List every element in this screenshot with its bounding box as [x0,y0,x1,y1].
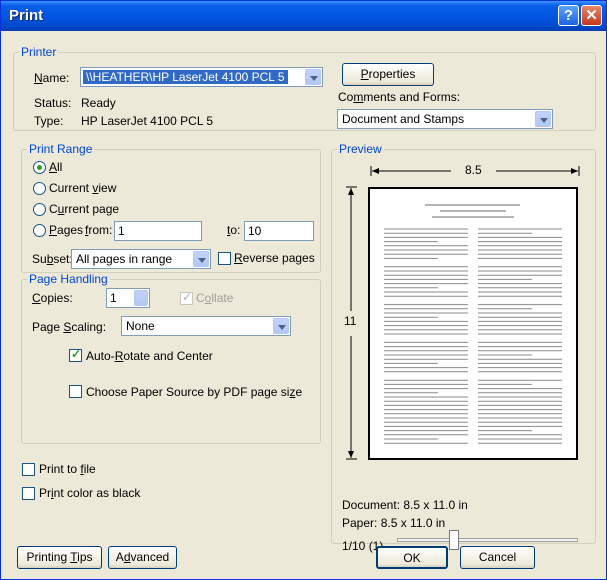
comments-forms-value: Document and Stamps [342,112,465,126]
page-slider-track[interactable] [397,538,578,542]
preview-height-label: 11 [344,314,357,328]
auto-rotate-label[interactable]: Auto-Rotate and Center [86,349,213,363]
reverse-pages-checkbox[interactable] [218,252,231,265]
comments-forms-select[interactable]: Document and Stamps [337,109,553,129]
pages-to-input[interactable]: 10 [244,221,314,241]
printer-name-select[interactable]: \\HEATHER\HP LaserJet 4100 PCL 5 [80,67,323,87]
advanced-button[interactable]: Advanced [108,546,177,569]
radio-all-label[interactable]: All [49,160,62,174]
ok-button[interactable]: OK [376,546,448,569]
radio-all[interactable] [33,161,46,174]
subset-label: Subset: [32,252,73,266]
print-color-black-label[interactable]: Print color as black [39,486,140,500]
print-to-file-checkbox[interactable] [22,463,35,476]
reverse-pages-label[interactable]: Reverse pages [234,251,315,265]
window-title: Print [9,7,44,24]
pages-from-label: from: [85,223,113,237]
subset-value: All pages in range [76,252,173,266]
copies-value: 1 [110,291,117,305]
radio-current-page[interactable] [33,203,46,216]
radio-current-view[interactable] [33,182,46,195]
auto-rotate-checkbox[interactable] [69,347,82,362]
printer-status-value: Ready [81,96,116,110]
choose-paper-source-label[interactable]: Choose Paper Source by PDF page size [86,385,302,399]
paper-size-label: Paper: 8.5 x 11.0 in [342,516,446,530]
copies-input[interactable]: 1 [106,288,150,308]
radio-pages-label[interactable]: Pages [49,223,83,237]
printer-name-label: Name: [34,71,70,85]
page-scaling-value: None [126,319,155,333]
subset-select[interactable]: All pages in range [71,249,211,269]
pages-to-label: to: [227,223,241,237]
pages-from-value: 1 [118,224,125,238]
printer-type-label: Type: [34,114,64,128]
print-dialog: Print ? ✕ Printer Name: \\HEATHER\HP Las… [0,0,607,580]
preview-width-label: 8.5 [465,163,482,177]
printer-status-label: Status: [34,96,72,110]
page-preview-text-lines [384,204,562,444]
page-preview [368,187,578,460]
preview-legend: Preview [339,142,382,156]
print-range-legend: Print Range [29,142,93,156]
pages-to-value: 10 [248,224,262,238]
printing-tips-button[interactable]: Printing Tips [17,546,102,569]
properties-button[interactable]: Properties [342,63,434,86]
chevron-down-icon[interactable] [535,111,551,127]
chevron-down-icon[interactable] [273,318,289,334]
radio-pages[interactable] [33,224,46,237]
document-size-label: Document: 8.5 x 11.0 in [342,498,468,512]
radio-current-view-label[interactable]: Current view [49,181,116,195]
print-color-black-checkbox[interactable] [22,487,35,500]
print-to-file-label[interactable]: Print to file [39,462,96,476]
pages-from-input[interactable]: 1 [114,221,202,241]
printer-name-value: \\HEATHER\HP LaserJet 4100 PCL 5 [83,70,288,84]
collate-checkbox[interactable] [180,290,193,305]
printer-type-value: HP LaserJet 4100 PCL 5 [81,114,214,128]
page-handling-legend: Page Handling [29,272,108,286]
cancel-button[interactable]: Cancel [460,546,535,569]
page-scaling-label: Page Scaling: [32,320,107,334]
page-scaling-select[interactable]: None [121,316,291,336]
chevron-down-icon[interactable] [193,251,209,267]
help-button[interactable]: ? [558,5,579,26]
close-button[interactable]: ✕ [581,5,602,26]
collate-label: Collate [196,291,234,305]
comments-forms-label: Comments and Forms: [338,90,461,104]
page-slider-thumb[interactable] [449,530,460,550]
printer-legend: Printer [21,45,57,59]
radio-current-page-label[interactable]: Current page [49,202,119,216]
title-bar[interactable]: Print ? ✕ [1,1,606,31]
choose-paper-source-checkbox[interactable] [69,385,82,398]
copies-label: Copies: [32,291,73,305]
spinner-icon[interactable] [134,290,148,306]
chevron-down-icon[interactable] [305,69,321,85]
